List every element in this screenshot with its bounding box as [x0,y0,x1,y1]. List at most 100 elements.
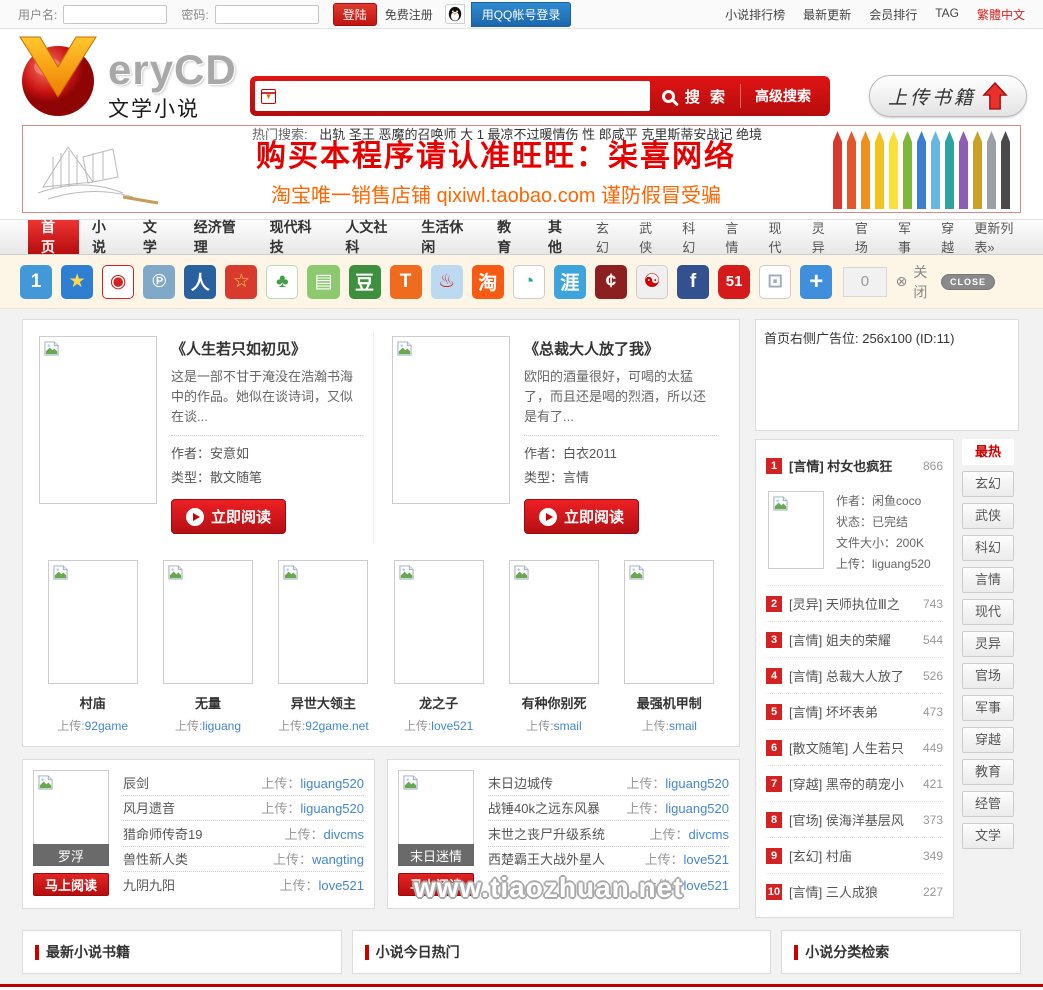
book-cover[interactable] [624,560,714,684]
read-now-button[interactable]: 马上阅读 [398,873,474,896]
nav-item-novel[interactable]: 小说 [79,220,130,254]
book-title[interactable]: 末世之丧尸升级系统 [488,824,605,843]
ifeng-icon[interactable]: ☯ [636,265,668,299]
book-title[interactable]: 异世大领主 [266,693,381,712]
douban-icon[interactable]: 豆 [349,265,381,299]
more-share-icon[interactable]: + [800,265,832,299]
book-title[interactable]: 无量 [150,693,265,712]
book-title[interactable]: 猎命师传奇19 [123,824,202,843]
book-title[interactable]: [玄幻] 村庙 [789,846,852,865]
read-now-button[interactable]: 立即阅读 [524,499,639,534]
book-cover[interactable] [392,336,510,504]
rank-tab-wenxue[interactable]: 文学 [962,823,1014,849]
read-now-button[interactable]: 立即阅读 [171,499,286,534]
book-title[interactable]: [言情] 村女也疯狂 [789,456,892,475]
close-sharebar-button[interactable]: ⊗ 关闭 CLOSE [896,262,995,302]
link-traditional-chinese[interactable]: 繁體中文 [977,6,1025,23]
book-title[interactable]: 风月遗音 [123,798,175,817]
sina-weibo-icon[interactable]: ◉ [102,265,134,299]
qq-bookmark-icon[interactable]: ◔ [513,265,545,299]
link-novel-ranking[interactable]: 小说排行榜 [725,6,785,23]
login-button[interactable]: 登陆 [333,3,377,26]
upload-books-button[interactable]: 上传书籍 [869,75,1027,117]
nav-sub-wuxia[interactable]: 武侠 [629,220,672,254]
uploader-link[interactable]: love521 [683,878,729,893]
uploader-link[interactable]: 92game.net [305,719,368,733]
rank-tab-jingguan[interactable]: 经管 [962,791,1014,817]
hot-search-keywords[interactable]: 出轨 圣王 恶魔的召唤师 大 1 最凉不过暖情伤 性 郎咸平 克里斯蒂安战记 绝… [319,127,762,142]
book-title[interactable]: [言情] 三人成狼 [789,882,878,901]
book-cover[interactable] [509,560,599,684]
password-input[interactable] [215,5,319,24]
book-title[interactable]: 末日边城传 [488,773,553,792]
read-now-button[interactable]: 马上阅读 [33,873,109,896]
book-title[interactable]: 有种你别死 [496,693,611,712]
book-cover[interactable] [394,560,484,684]
notepad-icon[interactable]: ▤ [307,265,339,299]
kaixin-icon[interactable]: ☆ [225,265,257,299]
lantern-icon[interactable]: ♨ [431,265,463,299]
rank-tab-guanchang[interactable]: 官场 [962,663,1014,689]
nav-item-social[interactable]: 人文社科 [332,220,408,254]
uploader-link[interactable]: liguang520 [300,776,364,791]
book-title[interactable]: 《总裁大人放了我》 [524,338,717,359]
uploader-link[interactable]: liguang520 [300,801,364,816]
search-input[interactable] [282,84,644,108]
book-title[interactable]: [言情] 坏坏表弟 [789,702,878,721]
book-title[interactable]: [穿越] 黑帝的萌宠小 [789,774,904,793]
qzone-icon[interactable]: ★ [61,265,93,299]
uploader-link[interactable]: love521 [683,852,729,867]
rank-tab-lingyi[interactable]: 灵异 [962,631,1014,657]
uploader-link[interactable]: liguang [202,719,241,733]
uploader-link[interactable]: divcms [324,827,364,842]
book-title[interactable]: [散文随笔] 人生若只 [789,738,904,757]
site-logo[interactable]: eryCD 文学小说 [12,35,237,123]
nav-sub-chuanyue[interactable]: 穿越 [931,220,974,254]
clover-icon[interactable]: ♣ [266,265,298,299]
book-title[interactable]: 龙之子 [381,693,496,712]
rank-tab-xuanhuan[interactable]: 玄幻 [962,471,1014,497]
book-title[interactable]: 战锤40k之远东风暴 [488,798,600,817]
facebook-icon[interactable]: f [677,265,709,299]
book-title[interactable]: 最强机甲制 [612,693,727,712]
book-title[interactable]: [官场] 侯海洋基层风 [789,810,904,829]
baidu-tieba-icon[interactable]: ℗ [143,265,175,299]
nav-item-tech[interactable]: 现代科技 [257,220,333,254]
search-category-icon[interactable]: ▾ [261,89,276,104]
uploader-link[interactable]: liguang520 [665,801,729,816]
uploader-link[interactable]: liguang520 [665,776,729,791]
nav-item-economy[interactable]: 经济管理 [181,220,257,254]
register-link[interactable]: 免费注册 [385,6,433,23]
tianya-icon[interactable]: 涯 [554,265,586,299]
rank-tab-wuxia[interactable]: 武侠 [962,503,1014,529]
maroon-share-icon[interactable]: ¢ [595,265,627,299]
nav-sub-lingyi[interactable]: 灵异 [802,220,845,254]
rank-tab-chuanyue[interactable]: 穿越 [962,727,1014,753]
uploader-link[interactable]: wangting [312,852,364,867]
nav-item-life[interactable]: 生活休闲 [408,220,484,254]
copy-icon[interactable]: ⊡ [759,265,791,299]
renren-icon[interactable]: 人 [184,265,216,299]
book-cover[interactable] [48,560,138,684]
book-title[interactable]: [言情] 姐夫的荣耀 [789,630,891,649]
book-cover[interactable] [768,491,824,569]
link-tag[interactable]: TAG [935,6,959,23]
update-list-link[interactable]: 更新列表» [974,220,1027,254]
rank-tab-kehuan[interactable]: 科幻 [962,535,1014,561]
book-cover[interactable]: 末日迷情 [398,770,474,866]
uploader-link[interactable]: love521 [431,719,473,733]
nav-item-education[interactable]: 教育 [484,220,535,254]
rank-tab-xiandai[interactable]: 现代 [962,599,1014,625]
uploader-link[interactable]: love521 [318,878,364,893]
nav-item-other[interactable]: 其他 [535,220,586,254]
share51-icon[interactable]: 51 [718,265,750,299]
taobao-icon[interactable]: 淘 [472,265,504,299]
book-title[interactable]: 九阴九阳 [123,875,175,894]
nav-sub-kehuan[interactable]: 科幻 [672,220,715,254]
nav-item-home[interactable]: 首页 [28,220,79,254]
nav-sub-junshi[interactable]: 军事 [888,220,931,254]
book-title[interactable]: [灵异] 天师执位Ⅲ之 [789,594,900,613]
book-cover[interactable] [163,560,253,684]
rank-tab-junshi[interactable]: 军事 [962,695,1014,721]
uploader-link[interactable]: 92game [85,719,128,733]
